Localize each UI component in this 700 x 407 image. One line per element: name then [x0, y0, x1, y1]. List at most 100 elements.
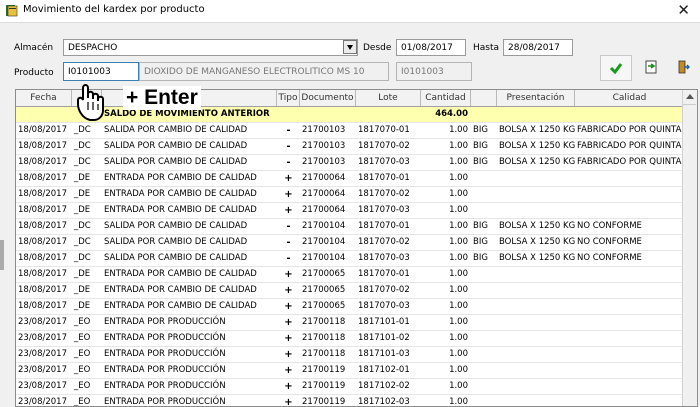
cell-presentacion	[497, 379, 575, 394]
cell-tipo: +	[284, 397, 293, 407]
title-bar: Movimiento del kardex por producto ✕	[0, 0, 700, 23]
cell-presentacion	[497, 171, 575, 186]
table-row[interactable]: 18/08/2017 _DE ENTRADA POR CAMBIO DE CALID…	[16, 299, 684, 315]
cell-calidad	[575, 379, 684, 394]
producto-code-input[interactable]: I0101003	[63, 62, 139, 81]
cell-lote: 1817101-01	[358, 317, 410, 327]
cell-fecha: 18/08/2017	[18, 141, 67, 151]
kardex-grid[interactable]: Fecha Tipo Documento Lote Cantidad Prese…	[15, 89, 698, 407]
cell-calidad: NO CONFORME	[577, 221, 642, 231]
cell-documento: 21700119	[302, 397, 346, 407]
hand-cursor-icon	[77, 84, 104, 121]
table-row[interactable]: 18/08/2017 _DC SALIDA POR CAMBIO DE CALIDA…	[16, 155, 684, 171]
cell-lote	[356, 107, 421, 122]
table-row[interactable]: 18/08/2017 _DE ENTRADA POR CAMBIO DE CALID…	[16, 171, 684, 187]
table-row[interactable]: 18/08/2017 _DE ENTRADA POR CAMBIO DE CALID…	[16, 203, 684, 219]
cell-codigo: _EO	[74, 317, 91, 327]
cell-lote: 1817070-01	[358, 173, 410, 183]
col-unidad[interactable]	[471, 90, 497, 106]
cell-cantidad: 1.00	[449, 397, 468, 407]
cell-fecha: 18/08/2017	[18, 237, 67, 247]
cell-fecha: 18/08/2017	[18, 221, 67, 231]
exit-button[interactable]	[668, 55, 700, 81]
cell-fecha: 23/08/2017	[18, 397, 67, 407]
table-row[interactable]: 23/08/2017 _EO ENTRADA POR PRODUCCIÓN +2170…	[16, 363, 684, 379]
table-row[interactable]: 18/08/2017 _DC SALIDA POR CAMBIO DE CALIDA…	[16, 123, 684, 139]
cell-codigo: _DC	[74, 237, 91, 247]
table-row[interactable]: 23/08/2017 _EO ENTRADA POR PRODUCCIÓN +2170…	[16, 347, 684, 363]
cell-presentacion: BOLSA X 1250 KG	[499, 141, 575, 151]
table-row[interactable]: 18/08/2017 _DC SALIDA POR CAMBIO DE CALIDA…	[16, 251, 684, 267]
col-tipo[interactable]: Tipo	[277, 90, 300, 106]
cell-presentacion	[497, 395, 575, 406]
cell-documento: 21700064	[302, 189, 346, 199]
cell-presentacion	[497, 187, 575, 202]
cell-descripcion: ENTRADA POR PRODUCCIÓN	[104, 397, 226, 407]
table-row[interactable]: 18/08/2017 _DC SALIDA POR CAMBIO DE CALIDA…	[16, 219, 684, 235]
almacen-select[interactable]: DESPACHO	[63, 39, 358, 56]
table-row[interactable]: 23/08/2017 _EO ENTRADA POR PRODUCCIÓN +2170…	[16, 395, 684, 407]
scroll-up-icon[interactable]	[683, 90, 696, 105]
chevron-down-icon[interactable]	[343, 40, 357, 54]
hasta-date-field[interactable]: 28/08/2017	[503, 39, 573, 56]
cell-tipo: -	[286, 253, 291, 264]
cell-calidad	[575, 315, 684, 330]
cell-descripcion: ENTRADA POR PRODUCCIÓN	[104, 317, 226, 327]
col-cantidad[interactable]: Cantidad	[421, 90, 471, 106]
cell-lote: 1817070-02	[358, 285, 410, 295]
col-calidad[interactable]: Calidad	[575, 90, 684, 106]
cell-fecha: 23/08/2017	[18, 349, 67, 359]
cell-documento: 21700065	[302, 269, 346, 279]
cell-calidad: NO CONFORME	[577, 237, 642, 247]
cell-unidad	[471, 203, 497, 218]
col-fecha[interactable]: Fecha	[16, 90, 72, 106]
cell-cantidad: 1.00	[449, 253, 468, 263]
table-row[interactable]: 18/08/2017 _DC SALIDA POR CAMBIO DE CALIDA…	[16, 139, 684, 155]
col-presentacion[interactable]: Presentación	[497, 90, 575, 106]
col-lote[interactable]: Lote	[356, 90, 421, 106]
cell-presentacion	[497, 331, 575, 346]
cell-calidad	[575, 299, 684, 314]
cell-calidad: NO CONFORME	[577, 253, 642, 263]
vertical-scrollbar[interactable]	[682, 90, 697, 406]
cell-lote: 1817070-01	[358, 125, 410, 135]
cell-tipo: +	[284, 333, 293, 344]
cell-calidad: FABRICADO POR QUINTAL	[577, 125, 684, 135]
cell-documento: 21700103	[302, 157, 346, 167]
table-row[interactable]: 18/08/2017 _DE ENTRADA POR CAMBIO DE CALID…	[16, 283, 684, 299]
cell-calidad	[575, 331, 684, 346]
cell-cantidad: 1.00	[449, 349, 468, 359]
cell-cantidad: 1.00	[449, 125, 468, 135]
cell-presentacion: BOLSA X 1250 KG	[499, 157, 575, 167]
cell-cantidad: 1.00	[449, 173, 468, 183]
close-icon[interactable]: ✕	[677, 1, 690, 19]
cell-fecha: 23/08/2017	[18, 365, 67, 375]
table-row[interactable]: 23/08/2017 _EO ENTRADA POR PRODUCCIÓN +2170…	[16, 315, 684, 331]
cell-descripcion: SALIDA POR CAMBIO DE CALIDAD	[104, 221, 248, 231]
cell-fecha: 18/08/2017	[18, 125, 67, 135]
table-row[interactable]: 18/08/2017 _DC SALIDA POR CAMBIO DE CALIDA…	[16, 235, 684, 251]
table-row[interactable]: 18/08/2017 _DE ENTRADA POR CAMBIO DE CALID…	[16, 187, 684, 203]
cell-tipo: -	[286, 125, 291, 136]
accept-button[interactable]	[600, 55, 632, 81]
cell-calidad	[575, 395, 684, 406]
col-documento[interactable]: Documento	[300, 90, 356, 106]
cell-descripcion: ENTRADA POR CAMBIO DE CALIDAD	[104, 269, 257, 279]
exit-door-icon	[678, 60, 690, 74]
cell-fecha: 18/08/2017	[18, 189, 67, 199]
cell-cantidad: 1.00	[449, 205, 468, 215]
cell-documento: 21700119	[302, 365, 346, 375]
cell-presentacion	[497, 283, 575, 298]
cell-unidad: BIG	[473, 221, 488, 231]
desde-date-field[interactable]: 01/08/2017	[396, 39, 466, 56]
cell-tipo: +	[284, 317, 293, 328]
cell-tipo: -	[286, 157, 291, 168]
table-row[interactable]: 23/08/2017 _EO ENTRADA POR PRODUCCIÓN +2170…	[16, 331, 684, 347]
table-row[interactable]: 23/08/2017 _EO ENTRADA POR PRODUCCIÓN +2170…	[16, 379, 684, 395]
cell-codigo: _EO	[74, 397, 91, 407]
cell-unidad	[471, 299, 497, 314]
export-button[interactable]	[636, 55, 668, 81]
table-row[interactable]: 18/08/2017 _DE ENTRADA POR CAMBIO DE CALID…	[16, 267, 684, 283]
cell-cantidad: 464.00	[435, 109, 468, 119]
cell-unidad: BIG	[473, 125, 488, 135]
